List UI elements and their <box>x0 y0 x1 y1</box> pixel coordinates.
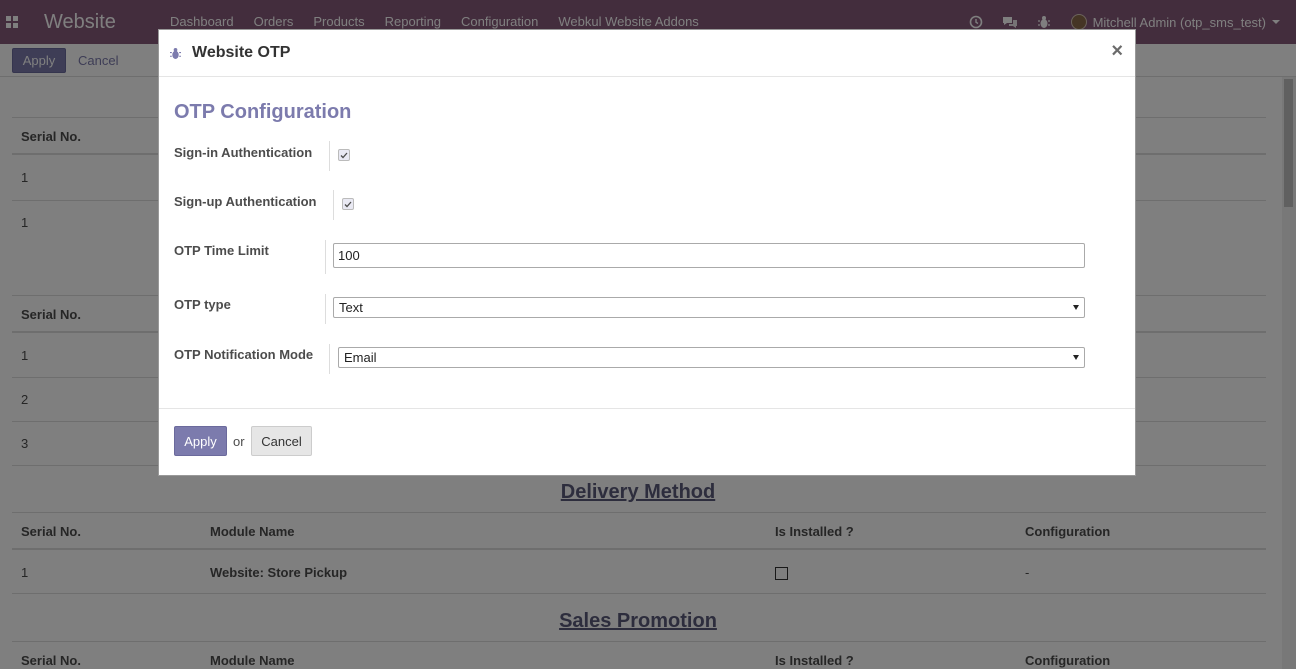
otp-type-selected-value: Text <box>339 300 363 315</box>
dialog-body: OTP Configuration Sign-in Authentication… <box>159 78 1135 408</box>
dialog-cancel-button[interactable]: Cancel <box>251 426 312 456</box>
or-separator-text: or <box>233 434 245 449</box>
field-separator <box>325 294 326 324</box>
field-separator <box>325 240 326 274</box>
otp-time-limit-label: OTP Time Limit <box>174 243 269 258</box>
dialog-title: Website OTP <box>192 44 291 61</box>
dialog-apply-button[interactable]: Apply <box>174 426 227 456</box>
otp-notification-mode-select[interactable]: Email <box>338 347 1085 368</box>
dialog-footer: Apply or Cancel <box>159 408 1135 475</box>
signup-auth-checkbox[interactable] <box>342 198 354 210</box>
close-icon[interactable]: × <box>1111 40 1123 62</box>
debug-bug-icon[interactable] <box>170 47 181 63</box>
otp-time-limit-input[interactable]: 100 <box>333 243 1085 268</box>
dropdown-caret-icon <box>1073 305 1079 310</box>
field-separator <box>333 190 334 220</box>
signin-auth-label: Sign-in Authentication <box>174 145 313 160</box>
otp-configuration-heading: OTP Configuration <box>174 101 352 123</box>
otp-type-select[interactable]: Text <box>333 297 1085 318</box>
otp-notification-mode-selected-value: Email <box>344 350 377 365</box>
dialog-header: Website OTP × <box>159 30 1135 77</box>
dropdown-caret-icon <box>1073 355 1079 360</box>
otp-notification-mode-label: OTP Notification Mode <box>174 347 314 362</box>
field-separator <box>329 344 330 374</box>
website-otp-dialog: Website OTP × OTP Configuration Sign-in … <box>158 29 1136 476</box>
signup-auth-label: Sign-up Authentication <box>174 194 317 209</box>
field-separator <box>329 141 330 171</box>
otp-type-label: OTP type <box>174 297 231 312</box>
signin-auth-checkbox[interactable] <box>338 149 350 161</box>
